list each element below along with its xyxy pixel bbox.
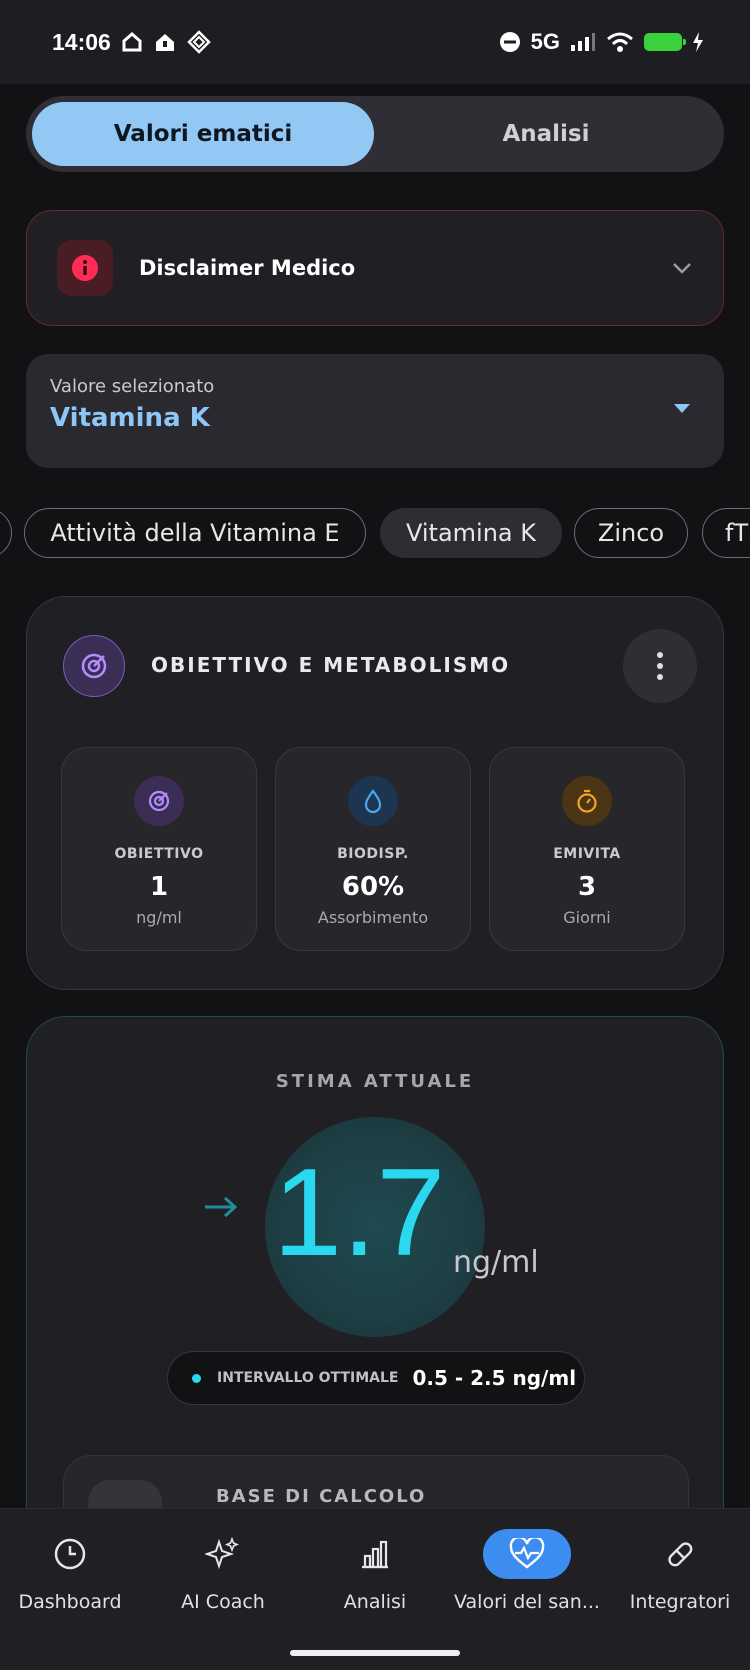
chevron-down-icon[interactable] — [671, 261, 693, 275]
stat-label: EMIVITA — [553, 846, 621, 862]
more-options-button[interactable] — [623, 629, 697, 703]
nav-label: Integratori — [629, 1591, 731, 1613]
app-notification-icon — [187, 30, 211, 54]
metabolism-card: OBIETTIVO E METABOLISMO OBIETTIVO 1 ng/m… — [26, 596, 724, 990]
home-alert-icon — [155, 34, 174, 51]
chip-offscreen[interactable] — [0, 508, 12, 558]
status-bar-right: 5G — [499, 29, 704, 55]
nav-label: AI Coach — [181, 1591, 265, 1613]
stat-label: OBIETTIVO — [114, 846, 204, 862]
battery-icon — [644, 33, 686, 51]
bottom-navigation: Dashboard AI Coach Analisi Valori del sa… — [0, 1508, 750, 1670]
optimal-range-badge: INTERVALLO OTTIMALE 0.5 - 2.5 ng/ml — [167, 1351, 585, 1405]
nav-label: Dashboard — [18, 1591, 122, 1613]
value-selector[interactable]: Valore selezionato Vitamina K — [26, 354, 724, 468]
info-icon — [72, 255, 98, 281]
pill-icon — [636, 1529, 724, 1579]
drop-icon — [348, 776, 398, 826]
stat-value: 1 — [149, 872, 169, 902]
tab-valori-ematici[interactable]: Valori ematici — [32, 102, 374, 166]
chip-zinco[interactable]: Zinco — [574, 508, 688, 558]
signal-icon — [571, 33, 595, 51]
stat-emivita: EMIVITA 3 Giorni — [489, 747, 685, 951]
stat-obiettivo: OBIETTIVO 1 ng/ml — [61, 747, 257, 951]
calc-title: BASE DI CALCOLO — [216, 1486, 427, 1507]
bar-chart-icon — [331, 1529, 419, 1579]
range-value: 0.5 - 2.5 ng/ml — [412, 1366, 577, 1390]
network-type: 5G — [530, 29, 560, 54]
chip-vitamina-k[interactable]: Vitamina K — [380, 508, 562, 558]
heart-pulse-icon — [483, 1529, 571, 1579]
nav-integratori[interactable]: Integratori — [605, 1509, 750, 1629]
do-not-disturb-icon — [499, 32, 520, 52]
nav-label: Valori del san... — [454, 1591, 600, 1613]
disclaimer-accordion[interactable]: Disclaimer Medico — [26, 210, 724, 326]
stopwatch-icon — [562, 776, 612, 826]
arrow-right-icon — [205, 1196, 238, 1218]
tab-analisi[interactable]: Analisi — [374, 102, 718, 166]
status-bar-left: 14:06 — [52, 29, 211, 56]
target-icon-badge — [63, 635, 125, 697]
nav-dashboard[interactable]: Dashboard — [0, 1509, 145, 1629]
stat-unit: Giorni — [563, 908, 611, 927]
metabolism-title: OBIETTIVO E METABOLISMO — [151, 653, 511, 677]
disclaimer-title: Disclaimer Medico — [139, 256, 356, 280]
status-time: 14:06 — [52, 28, 111, 55]
range-label: INTERVALLO OTTIMALE — [217, 1370, 399, 1386]
chip-vitamina-e[interactable]: Attività della Vitamina E — [24, 508, 366, 558]
status-bar: 14:06 5G — [0, 0, 750, 84]
estimate-title: STIMA ATTUALE — [275, 1071, 475, 1092]
selector-label: Valore selezionato — [50, 376, 215, 397]
stat-unit: Assorbimento — [317, 908, 429, 927]
nav-label: Analisi — [343, 1591, 407, 1613]
target-icon — [81, 653, 107, 679]
chip-ft3[interactable]: fT3 — [702, 508, 750, 558]
target-icon — [134, 776, 184, 826]
sparkles-icon — [179, 1529, 267, 1579]
estimate-value: 1.7 — [273, 1144, 446, 1282]
stat-label: BIODISP. — [337, 846, 409, 862]
nav-ai-coach[interactable]: AI Coach — [148, 1509, 298, 1629]
home-icon — [122, 32, 142, 52]
stat-biodisponibilita: BIODISP. 60% Assorbimento — [275, 747, 471, 951]
nav-valori-del-sangue[interactable]: Valori del san... — [452, 1509, 602, 1629]
stat-value: 3 — [577, 872, 597, 902]
home-indicator[interactable] — [290, 1650, 460, 1656]
nav-analisi[interactable]: Analisi — [300, 1509, 450, 1629]
chip-row: Attività della Vitamina E Vitamina K Zin… — [0, 508, 750, 558]
info-icon-box — [57, 240, 113, 296]
stat-value: 60% — [341, 872, 405, 902]
stat-unit: ng/ml — [136, 908, 182, 927]
segmented-tabs: Valori ematici Analisi — [26, 96, 724, 172]
clock-icon — [26, 1529, 114, 1579]
charging-icon — [693, 32, 703, 52]
caret-down-icon — [674, 404, 690, 413]
status-dot — [192, 1373, 201, 1383]
selector-value: Vitamina K — [50, 403, 210, 433]
wifi-icon — [607, 32, 633, 52]
estimate-unit: ng/ml — [453, 1245, 539, 1280]
